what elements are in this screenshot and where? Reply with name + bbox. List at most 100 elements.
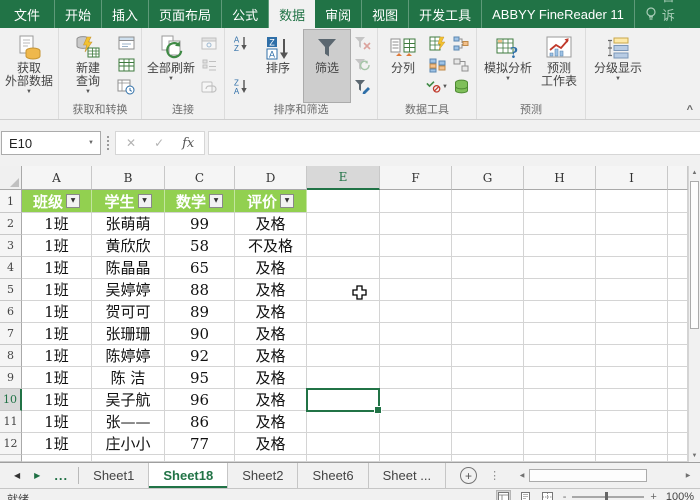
cell-partial-2[interactable]: [668, 213, 688, 235]
cell-B11[interactable]: 张——: [92, 411, 165, 433]
column-header-F[interactable]: F: [380, 166, 452, 190]
tell-me[interactable]: 告诉我...: [635, 0, 696, 28]
cell-A4[interactable]: 1班: [22, 257, 92, 279]
what-if-analysis-button[interactable]: ? 模拟分析 ▼: [480, 30, 536, 102]
page-break-view-icon[interactable]: [541, 491, 554, 500]
column-header-H[interactable]: H: [524, 166, 596, 190]
cell-partial[interactable]: [165, 455, 235, 462]
cell-F10[interactable]: [380, 389, 452, 411]
filter-button[interactable]: 筛选: [304, 30, 350, 102]
filter-dropdown-B[interactable]: ▼: [138, 194, 152, 208]
cell-partial-8[interactable]: [668, 345, 688, 367]
filter-dropdown-C[interactable]: ▼: [209, 194, 223, 208]
cell-C9[interactable]: 95: [165, 367, 235, 389]
cell-partial[interactable]: [235, 455, 307, 462]
cell-B3[interactable]: 黄欣欣: [92, 235, 165, 257]
normal-view-icon[interactable]: [497, 491, 510, 500]
cell-C6[interactable]: 89: [165, 301, 235, 323]
cell-partial[interactable]: [92, 455, 165, 462]
row-header-partial[interactable]: [0, 455, 22, 462]
cell-I12[interactable]: [596, 433, 668, 455]
cell-F6[interactable]: [380, 301, 452, 323]
cell-G1[interactable]: [452, 190, 524, 213]
cell-I11[interactable]: [596, 411, 668, 433]
cell-partial-9[interactable]: [668, 367, 688, 389]
zoom-out-icon[interactable]: -: [563, 492, 567, 500]
cell-partial-1[interactable]: [668, 190, 688, 213]
page-layout-view-icon[interactable]: [519, 491, 532, 500]
column-header-I[interactable]: I: [596, 166, 668, 190]
cell-I4[interactable]: [596, 257, 668, 279]
cell-C3[interactable]: 58: [165, 235, 235, 257]
cell-D4[interactable]: 及格: [235, 257, 307, 279]
cell-F12[interactable]: [380, 433, 452, 455]
cell-A1[interactable]: 班级▼: [22, 190, 92, 213]
next-sheet-icon[interactable]: ▶: [34, 471, 40, 480]
cell-D5[interactable]: 及格: [235, 279, 307, 301]
cell-D2[interactable]: 及格: [235, 213, 307, 235]
cell-partial[interactable]: [380, 455, 452, 462]
cell-D9[interactable]: 及格: [235, 367, 307, 389]
cell-I6[interactable]: [596, 301, 668, 323]
edit-links-button[interactable]: [198, 76, 220, 97]
cell-partial[interactable]: [596, 455, 668, 462]
cell-C8[interactable]: 92: [165, 345, 235, 367]
cell-H5[interactable]: [524, 279, 596, 301]
cell-H8[interactable]: [524, 345, 596, 367]
horizontal-scrollbar[interactable]: ◀ ▶: [515, 468, 695, 483]
cell-H11[interactable]: [524, 411, 596, 433]
show-queries-button[interactable]: [115, 33, 137, 54]
active-cell-E10[interactable]: [306, 388, 380, 412]
cell-G12[interactable]: [452, 433, 524, 455]
cell-partial-3[interactable]: [668, 235, 688, 257]
sort-desc-button[interactable]: ZA: [229, 76, 251, 97]
cell-I5[interactable]: [596, 279, 668, 301]
cell-A12[interactable]: 1班: [22, 433, 92, 455]
cell-C1[interactable]: 数学▼: [165, 190, 235, 213]
clear-filter-button[interactable]: [351, 33, 373, 54]
get-external-data-button[interactable]: 获取 外部数据 ▼: [3, 30, 55, 102]
cell-H7[interactable]: [524, 323, 596, 345]
ribbon-tab-4[interactable]: 公式: [222, 0, 269, 28]
sheet-tab-Sheet2[interactable]: Sheet2: [228, 463, 298, 488]
cell-partial-12[interactable]: [668, 433, 688, 455]
cell-B1[interactable]: 学生▼: [92, 190, 165, 213]
row-header-6[interactable]: 6: [0, 301, 22, 323]
cell-F8[interactable]: [380, 345, 452, 367]
filter-dropdown-D[interactable]: ▼: [280, 194, 294, 208]
row-header-9[interactable]: 9: [0, 367, 22, 389]
cell-G2[interactable]: [452, 213, 524, 235]
cell-D3[interactable]: 不及格: [235, 235, 307, 257]
cell-G7[interactable]: [452, 323, 524, 345]
cell-D7[interactable]: 及格: [235, 323, 307, 345]
cell-partial[interactable]: [668, 455, 688, 462]
cell-C7[interactable]: 90: [165, 323, 235, 345]
cell-partial[interactable]: [22, 455, 92, 462]
sheet-tab-Sheet18[interactable]: Sheet18: [149, 463, 228, 488]
ribbon-tab-7[interactable]: 视图: [362, 0, 409, 28]
cell-C11[interactable]: 86: [165, 411, 235, 433]
remove-duplicates-button[interactable]: [426, 55, 448, 76]
cell-E5[interactable]: [307, 279, 380, 301]
column-header-B[interactable]: B: [92, 166, 165, 190]
cell-E1[interactable]: [307, 190, 380, 213]
column-header-G[interactable]: G: [452, 166, 524, 190]
cancel-button[interactable]: ✕: [126, 136, 136, 150]
cell-D8[interactable]: 及格: [235, 345, 307, 367]
cell-A6[interactable]: 1班: [22, 301, 92, 323]
ribbon-tab-3[interactable]: 页面布局: [149, 0, 222, 28]
cell-A11[interactable]: 1班: [22, 411, 92, 433]
cell-G6[interactable]: [452, 301, 524, 323]
cell-A5[interactable]: 1班: [22, 279, 92, 301]
row-header-10[interactable]: 10: [0, 389, 22, 411]
cell-H1[interactable]: [524, 190, 596, 213]
cell-B12[interactable]: 庄小小: [92, 433, 165, 455]
outline-button[interactable]: 分级显示 ▼: [589, 30, 647, 102]
row-header-3[interactable]: 3: [0, 235, 22, 257]
new-query-button[interactable]: 新建 查询 ▼: [62, 30, 114, 102]
cell-H12[interactable]: [524, 433, 596, 455]
zoom-in-icon[interactable]: +: [650, 492, 656, 500]
cell-A10[interactable]: 1班: [22, 389, 92, 411]
forecast-sheet-button[interactable]: 预测 工作表: [536, 30, 582, 102]
relationships-button[interactable]: [450, 55, 472, 76]
